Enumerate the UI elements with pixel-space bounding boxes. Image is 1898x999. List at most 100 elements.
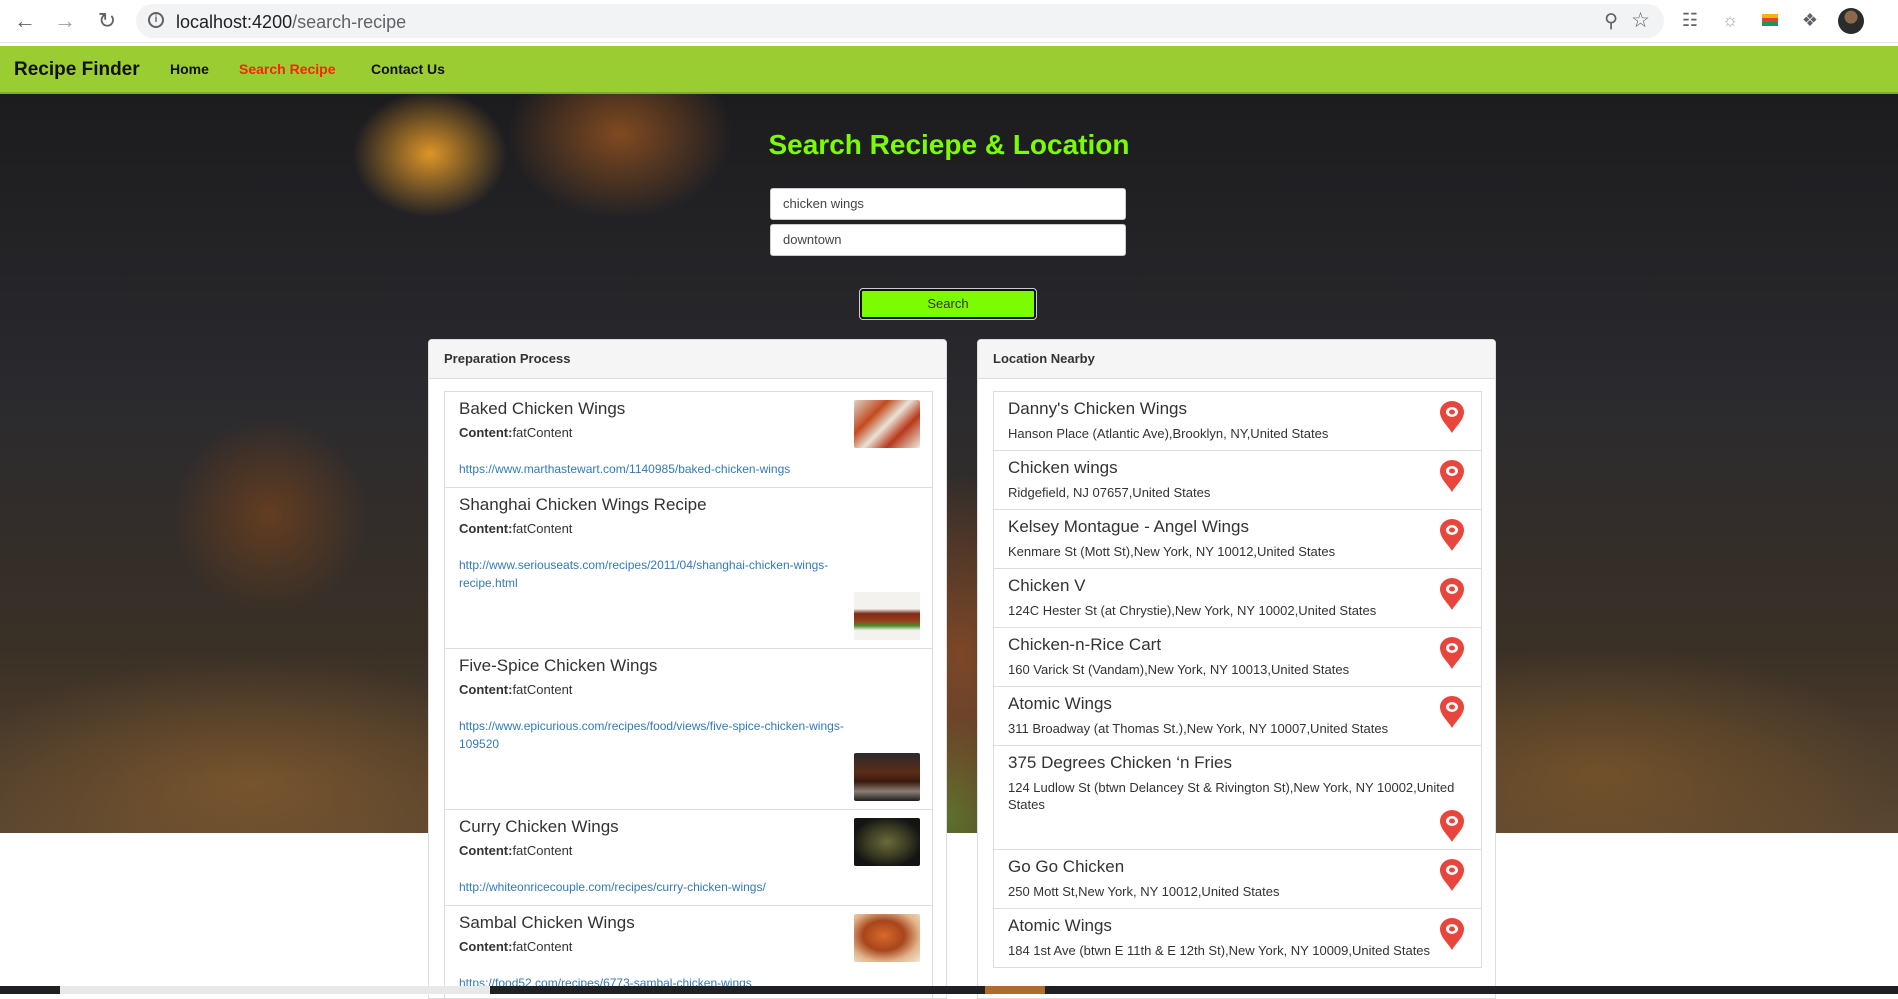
- recipe-item: Baked Chicken Wings Content:fatContent h…: [444, 391, 933, 488]
- preparation-panel: Preparation Process Baked Chicken Wings …: [428, 339, 947, 999]
- content-value: fatContent: [512, 843, 573, 858]
- map-pin-icon[interactable]: [1437, 636, 1467, 670]
- location-item: Atomic Wings 311 Broadway (at Thomas St.…: [993, 686, 1482, 746]
- location-name: Chicken V: [1008, 576, 1086, 595]
- map-pin-icon[interactable]: [1437, 809, 1467, 843]
- recipe-title: Baked Chicken Wings: [459, 399, 626, 418]
- nav-contact-us[interactable]: Contact Us: [371, 61, 445, 77]
- app-navbar: Recipe Finder Home Search Recipe Contact…: [0, 46, 1898, 94]
- taskbar-segment: [985, 986, 1045, 994]
- recipe-search-input[interactable]: chicken wings: [770, 188, 1126, 220]
- location-address: 184 1st Ave (btwn E 11th & E 12th St),Ne…: [1008, 943, 1431, 958]
- map-pin-icon[interactable]: [1437, 917, 1467, 951]
- content-value: fatContent: [512, 425, 573, 440]
- location-item: Kelsey Montague - Angel Wings Kenmare St…: [993, 509, 1482, 569]
- map-pin-icon[interactable]: [1437, 400, 1467, 434]
- recipe-content: Content:fatContent: [459, 521, 572, 536]
- location-address: Ridgefield, NJ 07657,United States: [1008, 485, 1211, 500]
- content-value: fatContent: [512, 939, 573, 954]
- location-item: Danny's Chicken Wings Hanson Place (Atla…: [993, 391, 1482, 451]
- url-host: localhost:4200: [176, 12, 293, 32]
- location-address: 124 Ludlow St (btwn Delancey St & Riving…: [1008, 780, 1455, 812]
- map-pin-icon[interactable]: [1437, 518, 1467, 552]
- location-address: Hanson Place (Atlantic Ave),Brooklyn, NY…: [1008, 426, 1329, 441]
- recipe-link[interactable]: http://whiteonricecouple.com/recipes/cur…: [459, 878, 879, 896]
- location-name: Atomic Wings: [1008, 916, 1112, 935]
- recipe-thumbnail: [854, 914, 920, 962]
- hero-background: Search Reciepe & Location chicken wings …: [0, 94, 1898, 833]
- content-value: fatContent: [512, 521, 573, 536]
- location-name: Chicken wings: [1008, 458, 1118, 477]
- address-bar[interactable]: i localhost:4200/search-recipe ⚲ ☆: [136, 4, 1664, 38]
- location-address: 160 Varick St (Vandam),New York, NY 1001…: [1008, 662, 1350, 677]
- browser-toolbar: ← → ↻ i localhost:4200/search-recipe ⚲ ☆…: [0, 0, 1898, 43]
- reload-icon[interactable]: ↻: [94, 8, 120, 34]
- recipe-thumbnail: [854, 753, 920, 801]
- content-label: Content:: [459, 682, 513, 697]
- location-name: 375 Degrees Chicken ‘n Fries: [1008, 753, 1232, 772]
- recipe-link[interactable]: https://www.marthastewart.com/1140985/ba…: [459, 460, 879, 478]
- address-url[interactable]: localhost:4200/search-recipe: [176, 12, 406, 33]
- location-item: Chicken V 124C Hester St (at Chrystie),N…: [993, 568, 1482, 628]
- map-pin-icon[interactable]: [1437, 577, 1467, 611]
- content-label: Content:: [459, 843, 513, 858]
- recipe-content: Content:fatContent: [459, 682, 572, 697]
- globe-extension-icon[interactable]: ☷: [1680, 10, 1700, 30]
- location-item: Chicken-n-Rice Cart 160 Varick St (Vanda…: [993, 627, 1482, 687]
- web-extension-icon[interactable]: ☼: [1720, 10, 1740, 30]
- puzzle-extensions-icon[interactable]: ❖: [1800, 10, 1820, 30]
- preparation-panel-heading: Preparation Process: [429, 340, 946, 379]
- brand-logo-text[interactable]: Recipe Finder: [14, 59, 140, 81]
- location-list: Danny's Chicken Wings Hanson Place (Atla…: [993, 391, 1482, 968]
- taskbar-segment: [60, 986, 490, 994]
- recipe-content: Content:fatContent: [459, 939, 572, 954]
- url-path: /search-recipe: [292, 12, 407, 32]
- nav-home[interactable]: Home: [170, 61, 209, 77]
- nav-search-recipe[interactable]: Search Recipe: [239, 61, 336, 77]
- location-item: Chicken wings Ridgefield, NJ 07657,Unite…: [993, 450, 1482, 510]
- recipe-link[interactable]: http://www.seriouseats.com/recipes/2011/…: [459, 556, 879, 592]
- recipe-item: Five-Spice Chicken Wings Content:fatCont…: [444, 648, 933, 810]
- location-address: 250 Mott St,New York, NY 10012,United St…: [1008, 884, 1280, 899]
- recipe-title: Five-Spice Chicken Wings: [459, 656, 658, 675]
- forward-arrow-icon[interactable]: →: [52, 8, 78, 34]
- recipe-content: Content:fatContent: [459, 843, 572, 858]
- recipe-item: Sambal Chicken Wings Content:fatContent …: [444, 905, 933, 998]
- recipe-item: Shanghai Chicken Wings Recipe Content:fa…: [444, 487, 933, 649]
- recipe-item: Curry Chicken Wings Content:fatContent h…: [444, 809, 933, 906]
- location-item: Go Go Chicken 250 Mott St,New York, NY 1…: [993, 849, 1482, 909]
- content-label: Content:: [459, 425, 513, 440]
- location-name: Go Go Chicken: [1008, 857, 1125, 876]
- location-search-input[interactable]: downtown: [770, 224, 1126, 256]
- back-arrow-icon[interactable]: ←: [12, 8, 38, 34]
- map-pin-icon[interactable]: [1437, 695, 1467, 729]
- page-title: Search Reciepe & Location: [768, 129, 1130, 160]
- taskbar-strip: [0, 986, 1898, 994]
- content-label: Content:: [459, 939, 513, 954]
- location-item: Atomic Wings 184 1st Ave (btwn E 11th & …: [993, 908, 1482, 968]
- map-pin-icon[interactable]: [1437, 858, 1467, 892]
- recipe-thumbnail: [854, 592, 920, 640]
- flag-extension-icon[interactable]: [1760, 10, 1780, 30]
- recipe-title: Curry Chicken Wings: [459, 817, 619, 836]
- location-name: Chicken-n-Rice Cart: [1008, 635, 1162, 654]
- map-pin-icon[interactable]: [1437, 459, 1467, 493]
- profile-avatar[interactable]: [1838, 8, 1864, 34]
- location-address: 124C Hester St (at Chrystie),New York, N…: [1008, 603, 1377, 618]
- location-name: Kelsey Montague - Angel Wings: [1008, 517, 1249, 536]
- location-address: 311 Broadway (at Thomas St.),New York, N…: [1008, 721, 1389, 736]
- location-panel: Location Nearby Danny's Chicken Wings Ha…: [977, 339, 1496, 999]
- recipe-content: Content:fatContent: [459, 425, 572, 440]
- site-info-icon[interactable]: i: [148, 12, 164, 28]
- location-item: 375 Degrees Chicken ‘n Fries 124 Ludlow …: [993, 745, 1482, 850]
- bookmark-star-icon[interactable]: ☆: [1631, 8, 1650, 33]
- zoom-icon[interactable]: ⚲: [1604, 10, 1618, 33]
- location-name: Atomic Wings: [1008, 694, 1112, 713]
- recipe-link[interactable]: https://www.epicurious.com/recipes/food/…: [459, 717, 879, 753]
- search-button[interactable]: Search: [859, 288, 1037, 320]
- recipe-title: Sambal Chicken Wings: [459, 913, 635, 932]
- recipe-list: Baked Chicken Wings Content:fatContent h…: [444, 391, 933, 998]
- recipe-title: Shanghai Chicken Wings Recipe: [459, 495, 707, 514]
- content-label: Content:: [459, 521, 513, 536]
- location-panel-heading: Location Nearby: [978, 340, 1495, 379]
